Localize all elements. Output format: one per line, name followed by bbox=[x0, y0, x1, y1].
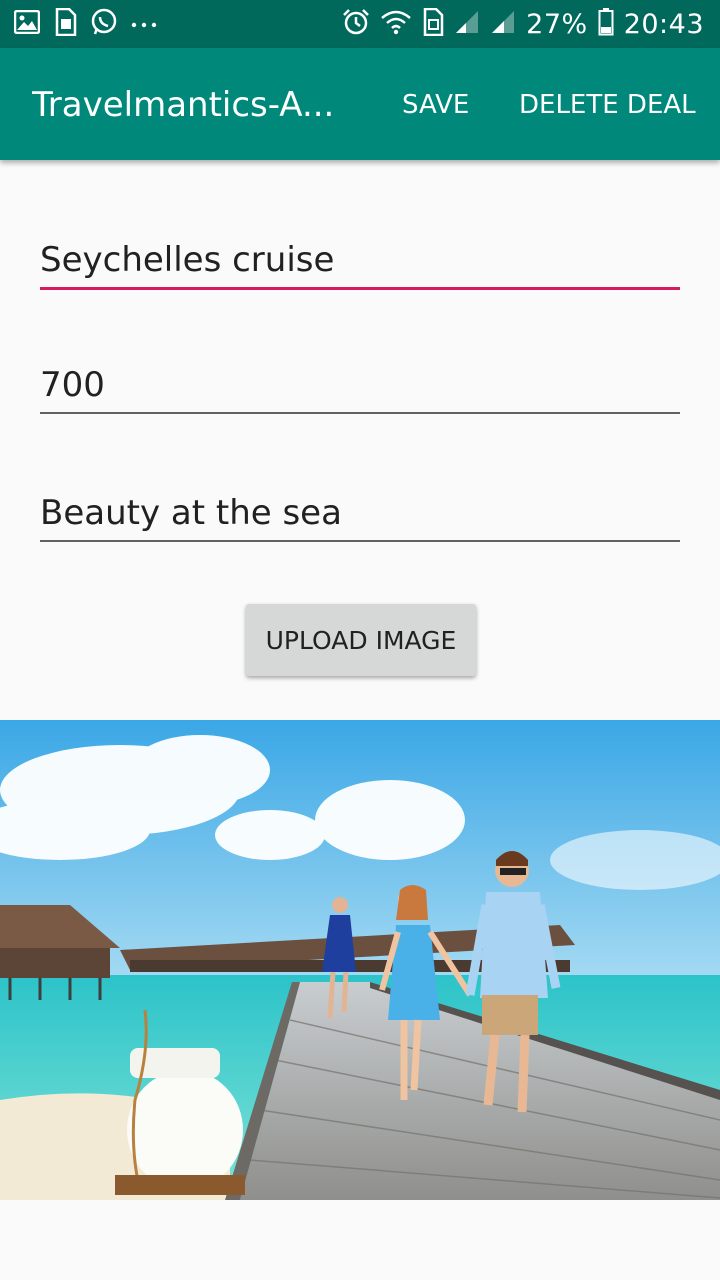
status-left-icons bbox=[13, 7, 158, 40]
battery-icon bbox=[598, 8, 614, 40]
signal-icon bbox=[490, 9, 516, 39]
delete-deal-button[interactable]: DELETE DEAL bbox=[519, 80, 696, 130]
whatsapp-icon bbox=[90, 8, 118, 40]
signal-icon bbox=[454, 9, 480, 39]
app-bar: Travelmantics-A... SAVE DELETE DEAL bbox=[0, 48, 720, 160]
upload-image-button[interactable]: UPLOAD IMAGE bbox=[246, 604, 476, 676]
save-button[interactable]: SAVE bbox=[402, 80, 469, 130]
app-title: Travelmantics-A... bbox=[32, 85, 335, 125]
title-input[interactable] bbox=[40, 232, 680, 290]
battery-percent: 27% bbox=[526, 8, 588, 40]
clock: 20:43 bbox=[623, 8, 704, 40]
sim-card-icon bbox=[52, 7, 78, 40]
image-icon bbox=[13, 9, 41, 38]
price-input[interactable] bbox=[40, 358, 680, 414]
deal-image bbox=[0, 720, 720, 1200]
more-icon bbox=[130, 15, 158, 34]
status-bar: 27% 20:43 bbox=[0, 0, 720, 48]
description-input[interactable] bbox=[40, 486, 680, 542]
status-right-icons: 27% 20:43 bbox=[342, 7, 704, 40]
wifi-icon bbox=[380, 9, 412, 39]
alarm-icon bbox=[342, 8, 370, 40]
sim-icon bbox=[422, 7, 444, 40]
